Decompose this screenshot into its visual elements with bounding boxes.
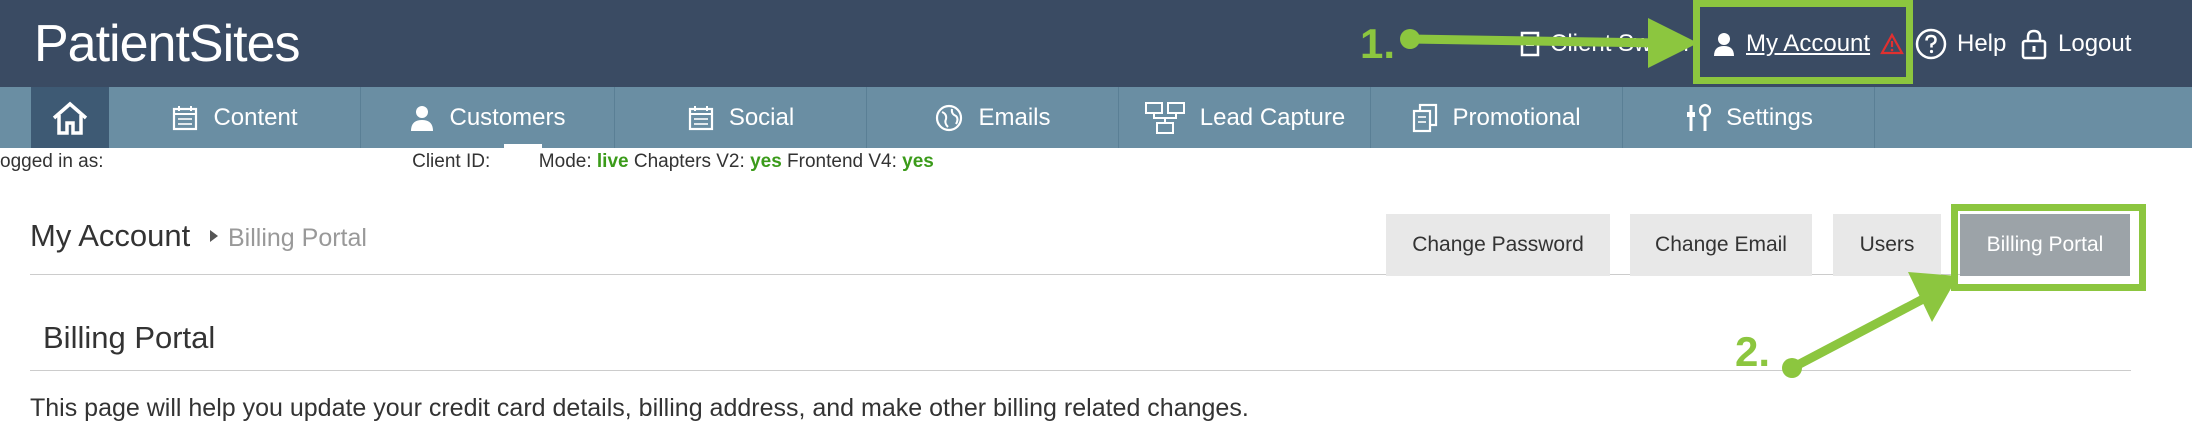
annotation-arrow-1 [1400, 18, 1698, 68]
annotation-overlay [1400, 18, 1958, 378]
annotation-arrow-2 [1782, 272, 1958, 378]
